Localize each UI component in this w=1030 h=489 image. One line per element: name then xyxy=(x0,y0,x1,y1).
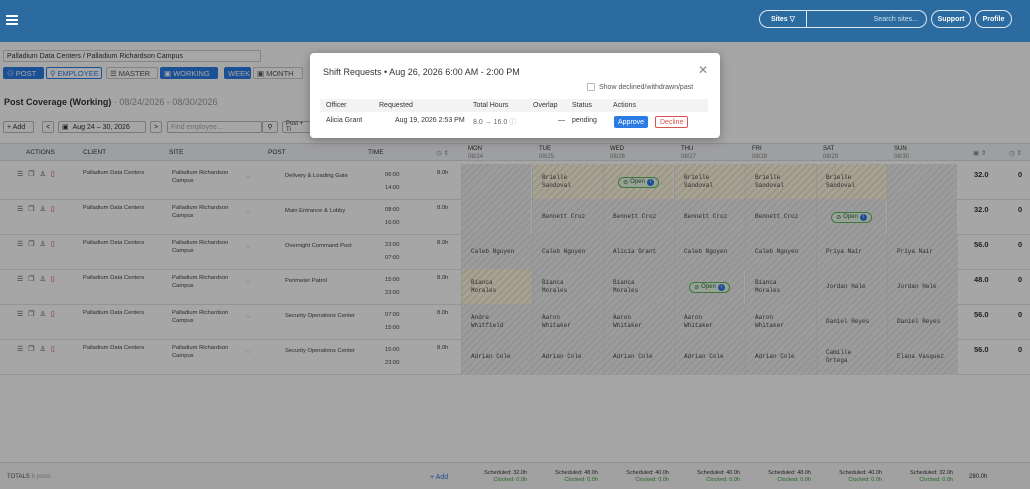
header-officer: Officer xyxy=(326,102,347,109)
header-requested: Requested xyxy=(379,102,413,109)
decline-button[interactable]: Decline xyxy=(655,116,689,128)
close-icon[interactable]: ✕ xyxy=(698,63,708,77)
request-overlap: — xyxy=(558,117,565,124)
header-overlap: Overlap xyxy=(533,102,558,109)
request-status: pending xyxy=(572,117,597,124)
shift-requests-modal: Shift Requests • Aug 26, 2026 6:00 AM - … xyxy=(310,53,720,138)
modal-table-header: Officer Requested Total Hours Overlap St… xyxy=(320,99,708,112)
support-button[interactable]: Support xyxy=(931,10,971,28)
show-past-checkbox[interactable]: Show declined/withdrawn/past xyxy=(587,83,693,91)
modal-title: Shift Requests • Aug 26, 2026 6:00 AM - … xyxy=(323,67,520,77)
request-hours-value: 8.0 → 16.0 xyxy=(473,119,508,126)
header-actions: Actions xyxy=(613,102,636,109)
approve-button[interactable]: Approve xyxy=(614,116,649,128)
request-time: Aug 19, 2026 2:53 PM xyxy=(395,117,465,124)
header-status: Status xyxy=(572,102,592,109)
menu-icon[interactable] xyxy=(6,15,18,25)
top-navbar: Sites ▽ Search sites... Support Profile xyxy=(0,0,1030,42)
info-icon[interactable]: ⓘ xyxy=(509,119,516,126)
profile-button[interactable]: Profile xyxy=(975,10,1012,28)
show-past-label: Show declined/withdrawn/past xyxy=(599,83,694,91)
sites-dropdown[interactable]: Sites ▽ xyxy=(759,10,807,28)
request-hours: 8.0 → 16.0 ⓘ xyxy=(473,117,516,127)
header-total-hours: Total Hours xyxy=(473,102,509,109)
checkbox-box[interactable] xyxy=(587,83,595,91)
request-officer: Alicia Grant xyxy=(326,117,363,124)
site-search-input[interactable]: Search sites... xyxy=(807,10,927,28)
